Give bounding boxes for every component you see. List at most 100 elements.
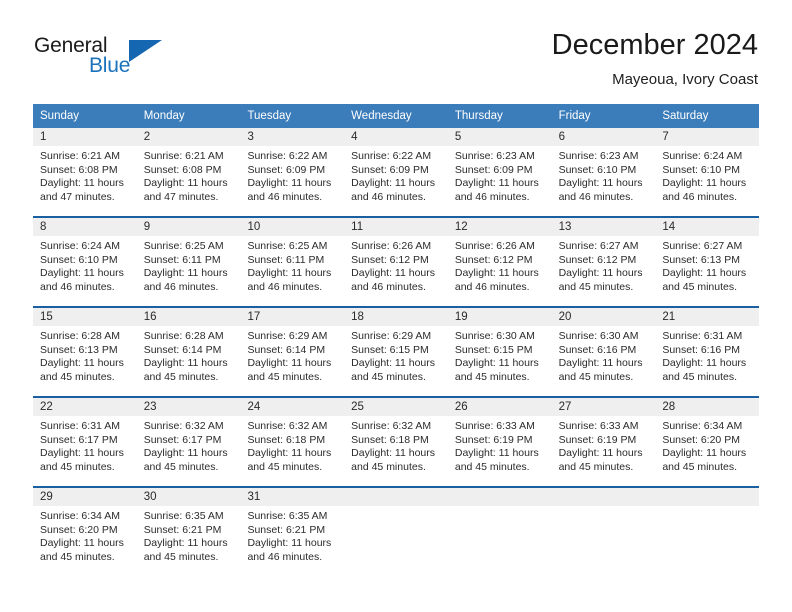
day-number: 22 [33,398,137,416]
day-cell[interactable]: 4 Sunrise: 6:22 AM Sunset: 6:09 PM Daylig… [344,128,448,216]
day-number: 11 [344,218,448,236]
day-cell[interactable]: 6 Sunrise: 6:23 AM Sunset: 6:10 PM Daylig… [551,128,656,216]
day-sun-info: Sunrise: 6:33 AM Sunset: 6:19 PM Dayligh… [454,420,539,473]
calendar-page: General Blue December 2024 Mayeoua, Ivor… [0,0,792,612]
day-number: 7 [655,128,760,146]
day-number [655,488,760,506]
weekday-header-tuesday: Tuesday [247,110,292,122]
day-cell[interactable]: 2 Sunrise: 6:21 AM Sunset: 6:08 PM Daylig… [136,128,241,216]
day-cell[interactable]: 10 Sunrise: 6:25 AM Sunset: 6:11 PM Dayli… [240,218,345,306]
day-sun-info: Sunrise: 6:21 AM Sunset: 6:08 PM Dayligh… [143,150,228,203]
day-cell[interactable]: 5 Sunrise: 6:23 AM Sunset: 6:09 PM Daylig… [447,128,552,216]
day-number: 31 [240,488,345,506]
day-sun-info: Sunrise: 6:21 AM Sunset: 6:08 PM Dayligh… [40,150,124,203]
day-cell[interactable]: 15 Sunrise: 6:28 AM Sunset: 6:13 PM Dayli… [33,308,137,396]
day-sun-info: Sunrise: 6:28 AM Sunset: 6:13 PM Dayligh… [40,330,124,383]
day-cell[interactable]: 29 Sunrise: 6:34 AM Sunset: 6:20 PM Dayli… [33,488,137,576]
day-number: 1 [33,128,137,146]
page-title: December 2024 [551,29,758,61]
day-number: 3 [240,128,345,146]
day-cell[interactable]: 17 Sunrise: 6:29 AM Sunset: 6:14 PM Dayli… [240,308,345,396]
day-sun-info: Sunrise: 6:35 AM Sunset: 6:21 PM Dayligh… [247,510,332,563]
day-number: 18 [344,308,448,326]
day-number: 20 [551,308,656,326]
day-sun-info: Sunrise: 6:28 AM Sunset: 6:14 PM Dayligh… [143,330,228,383]
day-sun-info: Sunrise: 6:32 AM Sunset: 6:18 PM Dayligh… [351,420,436,473]
day-number [551,488,656,506]
weekday-header-friday: Friday [558,110,591,122]
day-sun-info: Sunrise: 6:31 AM Sunset: 6:17 PM Dayligh… [40,420,124,473]
day-number: 9 [136,218,241,236]
day-cell[interactable]: 30 Sunrise: 6:35 AM Sunset: 6:21 PM Dayli… [136,488,241,576]
day-cell[interactable]: 23 Sunrise: 6:32 AM Sunset: 6:17 PM Dayli… [136,398,241,486]
weekday-header-saturday: Saturday [662,110,709,122]
weekday-header-row: Sunday Monday Tuesday Wednesday Thursday Frid… [33,104,759,128]
day-sun-info: Sunrise: 6:34 AM Sunset: 6:20 PM Dayligh… [40,510,124,563]
calendar-weeks: 1 Sunrise: 6:21 AM Sunset: 6:08 PM Daylig… [33,128,760,576]
day-cell[interactable]: 7 Sunrise: 6:24 AM Sunset: 6:10 PM Daylig… [655,128,760,216]
day-cell[interactable]: 18 Sunrise: 6:29 AM Sunset: 6:15 PM Dayli… [344,308,448,396]
day-cell[interactable]: 27 Sunrise: 6:33 AM Sunset: 6:19 PM Dayli… [551,398,656,486]
weekday-header-monday: Monday [143,110,185,122]
day-cell[interactable]: 26 Sunrise: 6:33 AM Sunset: 6:19 PM Dayli… [447,398,552,486]
day-number [447,488,552,506]
day-cell[interactable]: 19 Sunrise: 6:30 AM Sunset: 6:15 PM Dayli… [447,308,552,396]
brand-triangle-icon [129,40,162,62]
day-sun-info: Sunrise: 6:23 AM Sunset: 6:10 PM Dayligh… [558,150,643,203]
day-cell-empty [447,488,552,576]
day-number: 19 [447,308,552,326]
day-number: 16 [136,308,241,326]
title-block: December 2024 Mayeoua, Ivory Coast [298,28,758,90]
day-number: 8 [33,218,137,236]
day-number: 14 [655,218,760,236]
day-cell[interactable]: 1 Sunrise: 6:21 AM Sunset: 6:08 PM Daylig… [33,128,137,216]
day-number: 15 [33,308,137,326]
day-cell[interactable]: 3 Sunrise: 6:22 AM Sunset: 6:09 PM Daylig… [240,128,345,216]
calendar-grid: Sunday Monday Tuesday Wednesday Thursday Frid… [33,104,760,576]
day-number: 30 [136,488,241,506]
day-cell[interactable]: 11 Sunrise: 6:26 AM Sunset: 6:12 PM Dayli… [344,218,448,306]
day-sun-info: Sunrise: 6:25 AM Sunset: 6:11 PM Dayligh… [247,240,332,293]
day-cell[interactable]: 9 Sunrise: 6:25 AM Sunset: 6:11 PM Daylig… [136,218,241,306]
day-cell[interactable]: 24 Sunrise: 6:32 AM Sunset: 6:18 PM Dayli… [240,398,345,486]
day-sun-info: Sunrise: 6:35 AM Sunset: 6:21 PM Dayligh… [143,510,228,563]
brand-logo[interactable]: General Blue [34,34,254,88]
calendar-week-row: 22 Sunrise: 6:31 AM Sunset: 6:17 PM Dayli… [33,396,760,486]
day-number: 4 [344,128,448,146]
day-sun-info: Sunrise: 6:30 AM Sunset: 6:15 PM Dayligh… [454,330,539,383]
day-number: 12 [447,218,552,236]
day-sun-info: Sunrise: 6:25 AM Sunset: 6:11 PM Dayligh… [143,240,228,293]
day-cell[interactable]: 16 Sunrise: 6:28 AM Sunset: 6:14 PM Dayli… [136,308,241,396]
day-sun-info: Sunrise: 6:30 AM Sunset: 6:16 PM Dayligh… [558,330,643,383]
day-sun-info: Sunrise: 6:33 AM Sunset: 6:19 PM Dayligh… [558,420,643,473]
day-number: 27 [551,398,656,416]
day-cell[interactable]: 31 Sunrise: 6:35 AM Sunset: 6:21 PM Dayli… [240,488,345,576]
day-number: 17 [240,308,345,326]
calendar-week-row: 8 Sunrise: 6:24 AM Sunset: 6:10 PM Daylig… [33,216,760,306]
day-sun-info: Sunrise: 6:29 AM Sunset: 6:14 PM Dayligh… [247,330,332,383]
day-sun-info: Sunrise: 6:27 AM Sunset: 6:12 PM Dayligh… [558,240,643,293]
day-cell[interactable]: 13 Sunrise: 6:27 AM Sunset: 6:12 PM Dayli… [551,218,656,306]
day-number: 28 [655,398,760,416]
day-cell[interactable]: 14 Sunrise: 6:27 AM Sunset: 6:13 PM Dayli… [655,218,760,306]
weekday-header-sunday: Sunday [40,110,80,122]
day-number [344,488,448,506]
day-number: 23 [136,398,241,416]
page-subtitle: Mayeoua, Ivory Coast [612,71,758,88]
day-sun-info: Sunrise: 6:32 AM Sunset: 6:18 PM Dayligh… [247,420,332,473]
day-number: 29 [33,488,137,506]
day-sun-info: Sunrise: 6:32 AM Sunset: 6:17 PM Dayligh… [143,420,228,473]
day-sun-info: Sunrise: 6:29 AM Sunset: 6:15 PM Dayligh… [351,330,436,383]
day-cell[interactable]: 25 Sunrise: 6:32 AM Sunset: 6:18 PM Dayli… [344,398,448,486]
day-cell[interactable]: 8 Sunrise: 6:24 AM Sunset: 6:10 PM Daylig… [33,218,137,306]
day-sun-info: Sunrise: 6:26 AM Sunset: 6:12 PM Dayligh… [454,240,539,293]
weekday-header-thursday: Thursday [454,110,503,122]
day-sun-info: Sunrise: 6:34 AM Sunset: 6:20 PM Dayligh… [662,420,747,473]
day-cell[interactable]: 22 Sunrise: 6:31 AM Sunset: 6:17 PM Dayli… [33,398,137,486]
day-cell[interactable]: 21 Sunrise: 6:31 AM Sunset: 6:16 PM Dayli… [655,308,760,396]
day-cell[interactable]: 20 Sunrise: 6:30 AM Sunset: 6:16 PM Dayli… [551,308,656,396]
day-cell[interactable]: 12 Sunrise: 6:26 AM Sunset: 6:12 PM Dayli… [447,218,552,306]
day-sun-info: Sunrise: 6:26 AM Sunset: 6:12 PM Dayligh… [351,240,436,293]
day-cell[interactable]: 28 Sunrise: 6:34 AM Sunset: 6:20 PM Dayli… [655,398,760,486]
day-number: 25 [344,398,448,416]
